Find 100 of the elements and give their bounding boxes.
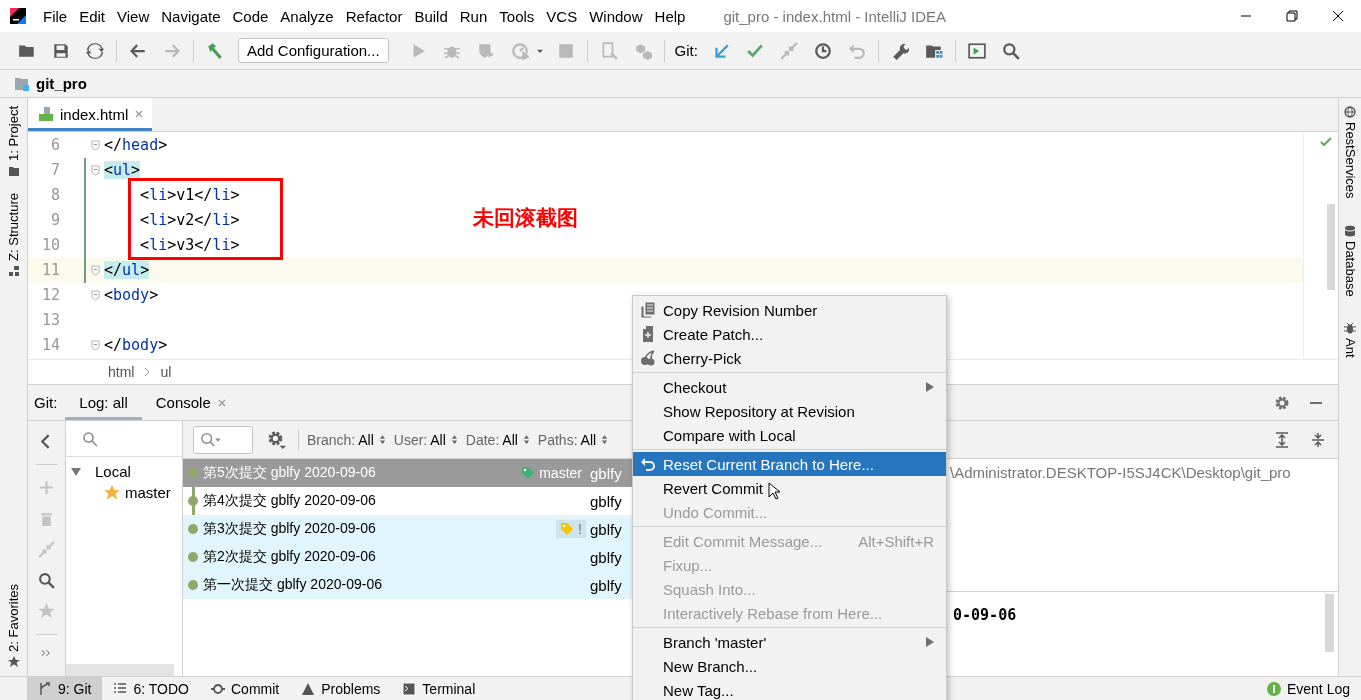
line-number: 6 [49,136,60,155]
menu-item[interactable]: Build [408,7,454,25]
expand-triangle-icon[interactable] [71,466,81,477]
commit-row[interactable]: 第2次提交 gblfy 2020-09-06 gblfy [183,543,635,571]
tree-item[interactable]: Local [95,463,131,480]
html-file-icon [38,106,54,123]
commit-row[interactable]: 第3次提交 gblfy 2020-09-06 ! gblfy [183,515,635,543]
menu-item[interactable]: Tools [493,7,541,25]
tool-window-tab[interactable]: Terminal [391,677,487,700]
menu-item[interactable]: Edit [73,7,112,25]
tag-icon [521,466,536,480]
menu-item[interactable]: Reset Current Branch to Here... [633,452,946,476]
code-line: <li>v2</li> [139,211,240,230]
search-icon[interactable] [82,430,98,447]
mouse-cursor-icon [768,482,780,500]
scrollbar[interactable] [1325,594,1334,652]
menu-item[interactable]: Code [226,7,275,25]
menu-item[interactable]: Run [453,7,494,25]
commit-icon [211,681,225,696]
code-line: <li>v1</li> [139,186,240,205]
check-icon [1320,135,1332,148]
plus-icon[interactable] [38,479,55,496]
editor-tab[interactable]: index.html [28,98,153,131]
settings-icon[interactable] [267,430,286,449]
trash-icon[interactable] [38,510,55,527]
menu-item[interactable]: View [111,7,156,25]
menu-item[interactable]: Help [648,7,692,25]
scrollbar[interactable] [1327,203,1335,290]
tool-window-button[interactable]: Z: Structure [0,184,27,285]
globe-icon [1344,106,1356,118]
menu-item[interactable]: Branch 'master' [633,630,946,654]
breadcrumb-item[interactable]: html [108,364,135,381]
commit-message: 第2次提交 gblfy 2020-09-06 [203,548,377,566]
tool-window-button[interactable]: 2: Favorites [0,576,27,676]
collapse-all-icon[interactable] [1310,431,1326,448]
menu-item[interactable]: New Tag... [633,678,946,700]
commit-row[interactable]: 第一次提交 gblfy 2020-09-06 gblfy [183,571,635,599]
commit-date: 0-09-06 [953,606,1017,624]
branch-icon [38,681,52,696]
fold-marker-icon[interactable] [90,339,100,351]
menu-item[interactable]: Show Repository at Revision [633,399,946,423]
folder-icon [7,164,20,177]
branch-label: master [539,465,582,481]
tool-window-tab[interactable]: Problems [290,677,392,700]
commit-node-icon [188,580,198,590]
double-chevron-icon[interactable] [41,649,52,657]
tree-item[interactable]: master [125,484,171,501]
tool-window-button[interactable]: Ant [1339,314,1361,376]
tool-window-button[interactable]: 1: Project [0,98,27,185]
menu-item[interactable]: Copy Revision Number [633,298,946,322]
app-logo-icon [10,8,26,24]
menu-item[interactable]: New Branch... [633,654,946,678]
fold-marker-icon[interactable] [90,164,100,176]
line-number: 12 [40,286,60,305]
code-line: <li>v3</li> [139,236,240,255]
warning-icon [301,681,316,696]
panel-tab[interactable]: Log: all [65,385,142,420]
fold-marker-icon[interactable] [90,139,100,151]
panel-tab[interactable]: Console [141,385,241,420]
menu-item[interactable]: Create Patch... [633,322,946,346]
structure-icon [7,264,20,277]
filter-dropdown[interactable]: Branch: All [307,431,386,448]
menu-item[interactable]: Window [583,7,649,25]
menu-item[interactable]: Checkout [633,375,946,399]
up-down-arrows-icon [450,434,458,445]
event-log-button[interactable]: Event Log [1255,677,1361,700]
filter-dropdown[interactable]: Paths: All [537,431,609,448]
search-icon[interactable] [38,572,55,589]
commit-message: 第5次提交 gblfy 2020-09-06 [203,464,377,482]
tool-window-button[interactable]: Database [1339,216,1361,315]
merge-arrows-icon[interactable] [38,541,55,558]
scrollbar[interactable] [66,664,174,676]
expand-all-icon[interactable] [1274,431,1290,448]
tool-window-tab[interactable]: 9: Git [27,677,103,700]
breadcrumb-item[interactable]: ul [160,364,172,381]
menu-item[interactable]: Cherry-Pick [633,346,946,370]
run-configuration-button[interactable]: Add Configuration... [238,38,389,63]
menu-item[interactable]: Analyze [274,7,340,25]
chevron-icon [144,367,151,378]
commit-row[interactable]: 第4次提交 gblfy 2020-09-06 gblfy [183,487,635,515]
fold-marker-icon[interactable] [90,289,100,301]
search-dropdown-icon [200,432,222,447]
filter-dropdown[interactable]: Date: All [465,431,530,448]
menu-item[interactable]: Navigate [155,7,227,25]
tool-window-tab[interactable]: Commit [200,677,291,700]
project-breadcrumb[interactable]: git_pro [36,75,87,92]
fold-marker-icon[interactable] [90,264,100,276]
code-line: <body> [104,286,159,305]
tool-window-tab[interactable]: 6: TODO [102,677,200,700]
settings-icon[interactable] [1274,394,1290,411]
menu-item[interactable]: File [37,7,74,25]
code-line: </body> [104,336,168,355]
star-icon[interactable] [38,603,55,620]
tool-window-button[interactable]: RestServices [1339,98,1361,217]
search-field[interactable] [193,425,253,454]
menu-item[interactable]: Refactor [339,7,409,25]
filter-dropdown[interactable]: User: All [393,431,458,448]
menu-item[interactable]: VCS [540,7,584,25]
tag-icon [560,522,575,536]
up-down-arrows-icon [522,434,530,445]
